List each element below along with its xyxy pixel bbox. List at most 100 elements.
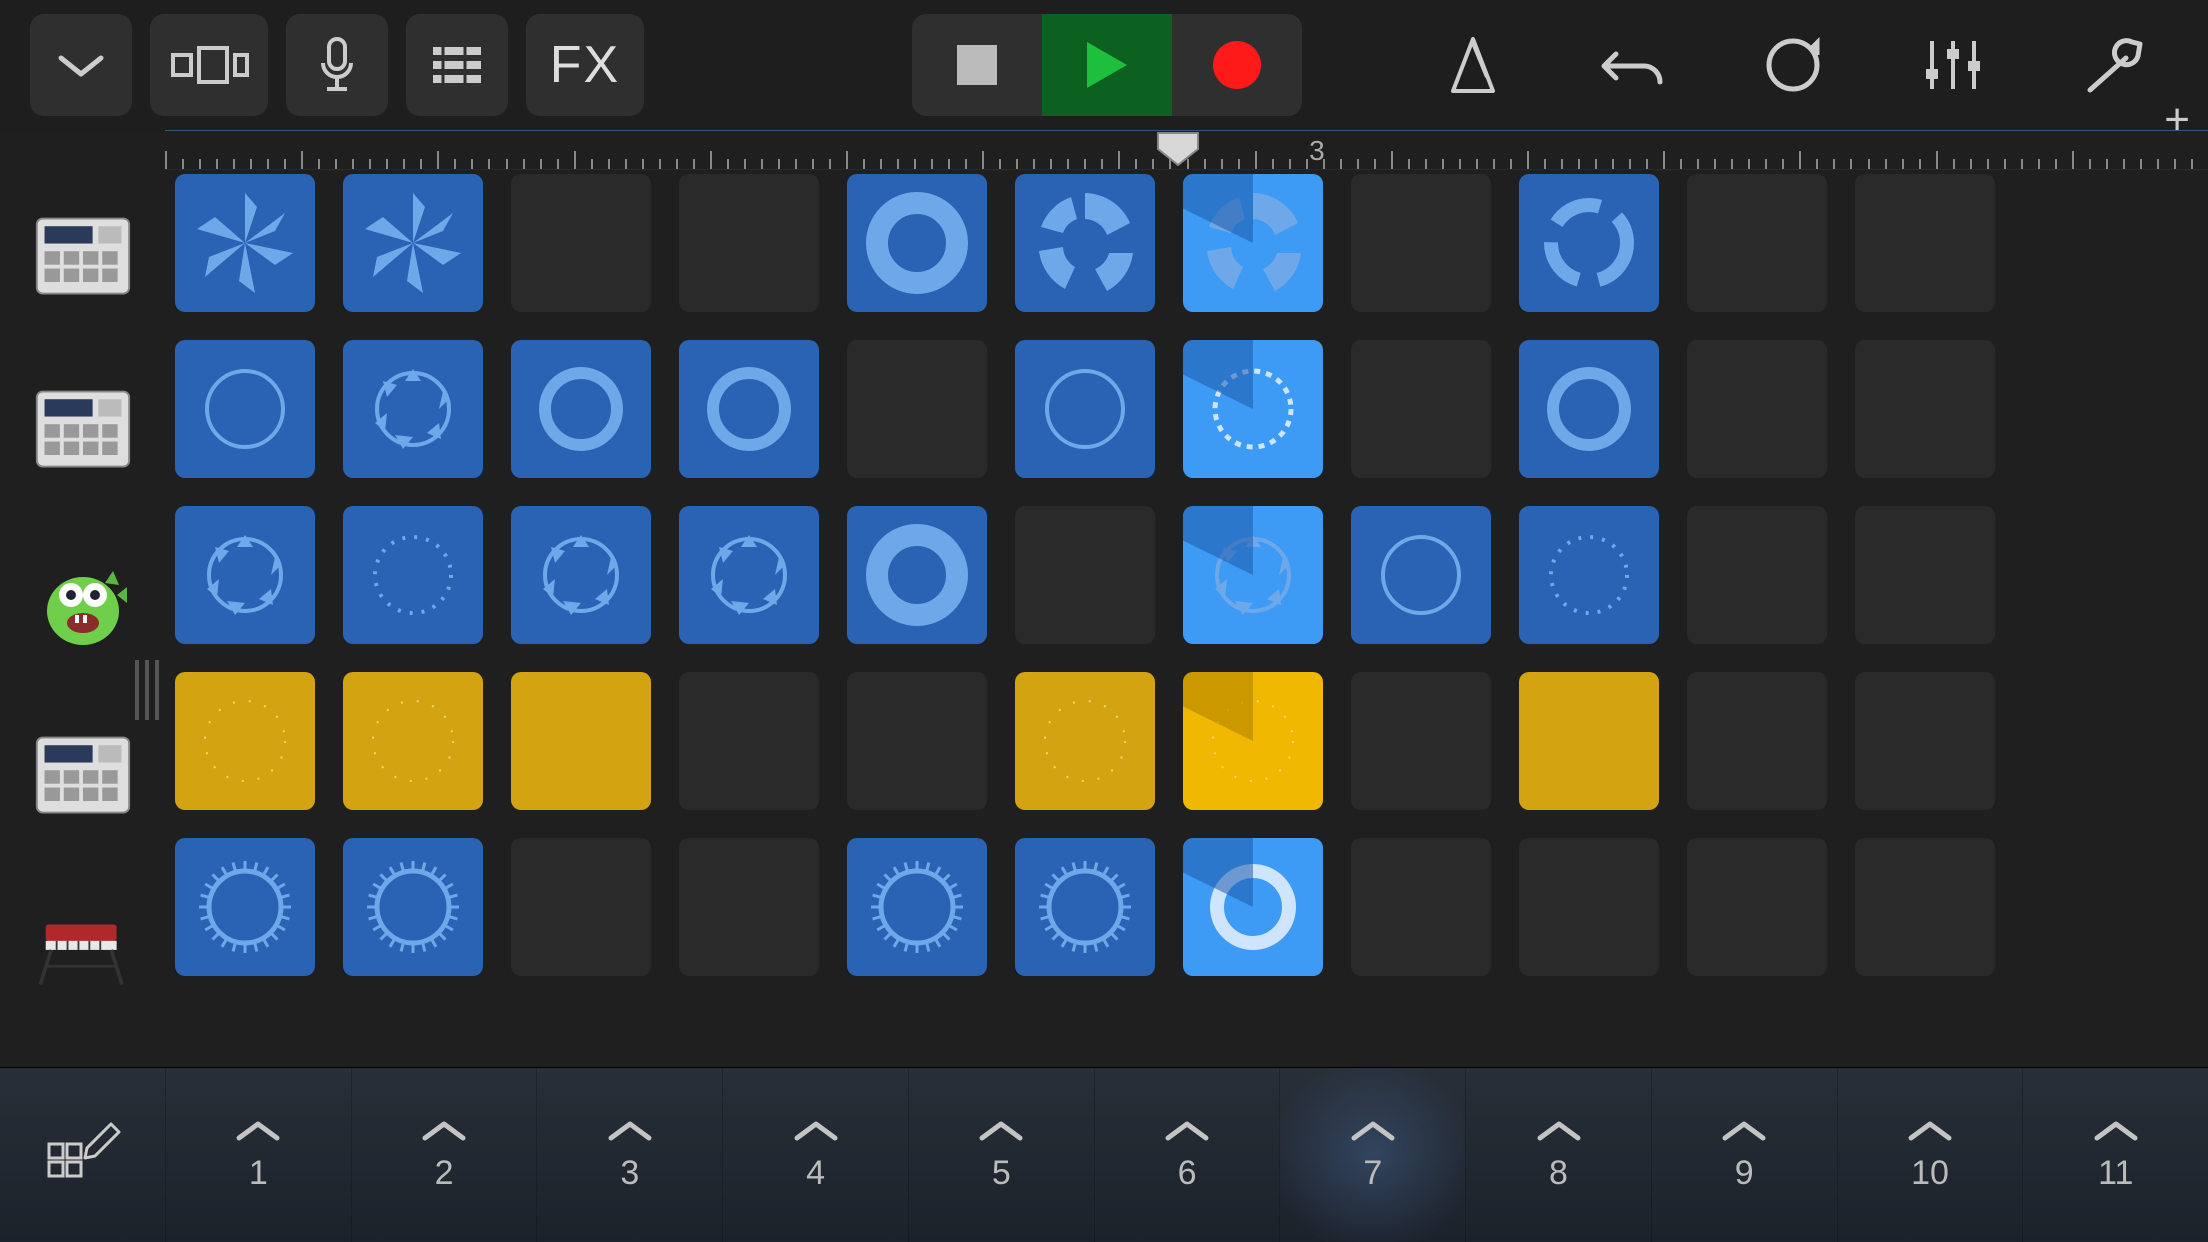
loop-cell[interactable] — [1015, 174, 1155, 312]
metronome-icon — [1443, 33, 1503, 97]
loop-cell[interactable] — [343, 838, 483, 976]
empty-cell[interactable] — [1855, 340, 1995, 478]
loop-cell[interactable] — [511, 340, 651, 478]
empty-cell[interactable] — [1519, 838, 1659, 976]
my-songs-button[interactable] — [30, 14, 132, 116]
mixer-button[interactable] — [1918, 30, 1988, 100]
timeline-row: + 3 — [0, 130, 2208, 170]
column-trigger-9[interactable]: 9 — [1651, 1068, 1837, 1242]
empty-cell[interactable] — [679, 672, 819, 810]
metronome-button[interactable] — [1438, 30, 1508, 100]
loop-cell[interactable] — [679, 340, 819, 478]
main-area — [0, 170, 2208, 1067]
loop-cell[interactable] — [679, 506, 819, 644]
loop-cell[interactable] — [1183, 340, 1323, 478]
loop-cell[interactable] — [1183, 672, 1323, 810]
loop-cell[interactable] — [847, 506, 987, 644]
loop-cell[interactable] — [1183, 174, 1323, 312]
empty-cell[interactable] — [1351, 340, 1491, 478]
loop-cell[interactable] — [1183, 838, 1323, 976]
track-header-drum-machine-2[interactable] — [0, 343, 165, 516]
loop-cell[interactable] — [1351, 506, 1491, 644]
empty-cell[interactable] — [1015, 506, 1155, 644]
loop-cell[interactable] — [847, 838, 987, 976]
empty-cell[interactable] — [1855, 506, 1995, 644]
grid-wrap — [165, 170, 2208, 1067]
loop-cell[interactable] — [1519, 174, 1659, 312]
stop-button[interactable] — [912, 14, 1042, 116]
column-trigger-11[interactable]: 11 — [2022, 1068, 2208, 1242]
settings-button[interactable] — [2078, 30, 2148, 100]
empty-cell[interactable] — [1687, 340, 1827, 478]
chevron-up-icon — [1534, 1118, 1584, 1144]
empty-cell[interactable] — [1687, 838, 1827, 976]
loop-cell[interactable] — [343, 506, 483, 644]
loop-cell[interactable] — [175, 174, 315, 312]
column-trigger-3[interactable]: 3 — [536, 1068, 722, 1242]
column-trigger-10[interactable]: 10 — [1837, 1068, 2023, 1242]
column-trigger-2[interactable]: 2 — [351, 1068, 537, 1242]
loop-cell[interactable] — [511, 672, 651, 810]
undo-button[interactable] — [1598, 30, 1668, 100]
loop-cell[interactable] — [1519, 506, 1659, 644]
grid-edit-button[interactable] — [0, 1068, 165, 1242]
loop-cell[interactable] — [343, 672, 483, 810]
column-trigger-6[interactable]: 6 — [1094, 1068, 1280, 1242]
column-trigger-7[interactable]: 7 — [1279, 1068, 1465, 1242]
add-track-button[interactable]: + — [2164, 95, 2190, 145]
empty-cell[interactable] — [1687, 672, 1827, 810]
grid-row — [175, 672, 2208, 810]
loop-cell[interactable] — [175, 340, 315, 478]
column-trigger-1[interactable]: 1 — [165, 1068, 351, 1242]
column-trigger-8[interactable]: 8 — [1465, 1068, 1651, 1242]
timeline-ruler[interactable]: + 3 — [165, 130, 2208, 170]
empty-cell[interactable] — [679, 174, 819, 312]
play-button[interactable] — [1042, 14, 1172, 116]
loop-cell[interactable] — [175, 506, 315, 644]
record-button[interactable] — [1172, 14, 1302, 116]
empty-cell[interactable] — [1351, 174, 1491, 312]
empty-cell[interactable] — [1855, 174, 1995, 312]
microphone-button[interactable] — [286, 14, 388, 116]
track-header-drum-machine-1[interactable] — [0, 170, 165, 343]
sidebar-resize-handle[interactable] — [135, 660, 165, 720]
loop-cell[interactable] — [343, 174, 483, 312]
loop-cell[interactable] — [1015, 672, 1155, 810]
empty-cell[interactable] — [1855, 838, 1995, 976]
empty-cell[interactable] — [847, 672, 987, 810]
loop-cell[interactable] — [1015, 838, 1155, 976]
loop-cell[interactable] — [847, 174, 987, 312]
chevron-up-icon — [1348, 1118, 1398, 1144]
loop-cell[interactable] — [511, 506, 651, 644]
loop-cell[interactable] — [1519, 340, 1659, 478]
loop-cell[interactable] — [175, 672, 315, 810]
waveform-icon — [679, 340, 819, 478]
fx-button[interactable]: FX — [526, 14, 644, 116]
track-header-keyboard[interactable] — [0, 862, 165, 1035]
column-trigger-5[interactable]: 5 — [908, 1068, 1094, 1242]
empty-cell[interactable] — [1351, 838, 1491, 976]
column-number: 9 — [1735, 1154, 1754, 1193]
loop-cell[interactable] — [1183, 506, 1323, 644]
loop-cell[interactable] — [1015, 340, 1155, 478]
loop-cell[interactable] — [343, 340, 483, 478]
empty-cell[interactable] — [1687, 174, 1827, 312]
instrument-browser-button[interactable] — [150, 14, 268, 116]
empty-cell[interactable] — [1687, 506, 1827, 644]
loop-browser-button[interactable] — [1758, 30, 1828, 100]
empty-cell[interactable] — [1855, 672, 1995, 810]
empty-cell[interactable] — [847, 340, 987, 478]
waveform-icon — [343, 174, 483, 312]
undo-icon — [1598, 40, 1668, 90]
loop-cell[interactable] — [175, 838, 315, 976]
playhead[interactable] — [1156, 131, 1200, 167]
column-number: 5 — [992, 1154, 1011, 1193]
empty-cell[interactable] — [511, 174, 651, 312]
column-trigger-4[interactable]: 4 — [722, 1068, 908, 1242]
waveform-icon — [1351, 506, 1491, 644]
loop-cell[interactable] — [1519, 672, 1659, 810]
empty-cell[interactable] — [679, 838, 819, 976]
empty-cell[interactable] — [511, 838, 651, 976]
empty-cell[interactable] — [1351, 672, 1491, 810]
tracks-view-button[interactable] — [406, 14, 508, 116]
